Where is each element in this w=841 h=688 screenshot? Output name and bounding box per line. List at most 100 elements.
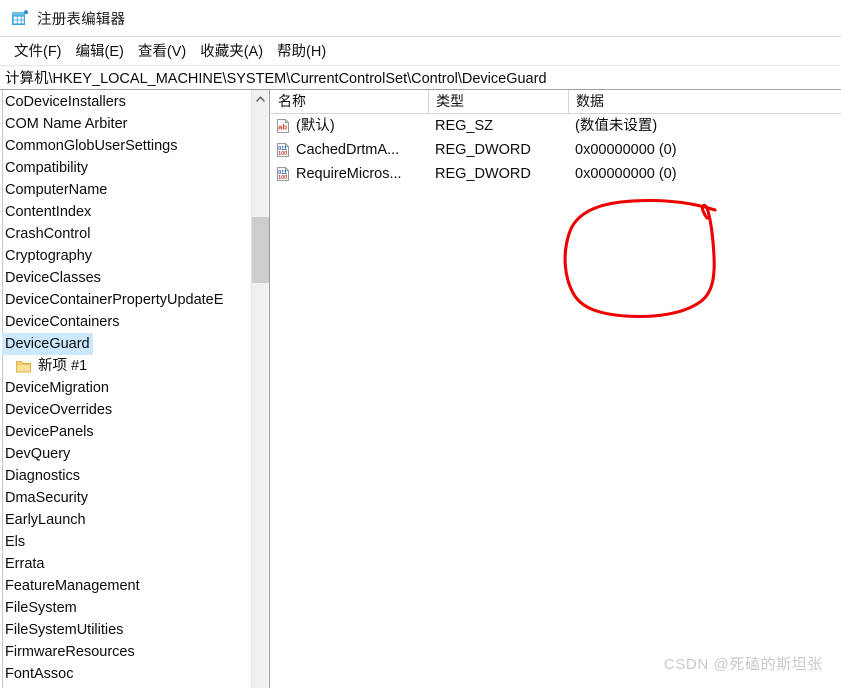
tree-item[interactable]: DeviceGuard [0,333,250,355]
tree-item-label: DeviceGuard [2,333,93,355]
column-header-name[interactable]: 名称 [271,90,428,113]
tree-item-label: DeviceMigration [5,380,109,396]
tree-item[interactable]: DevicePanels [0,421,250,443]
tree-item-label: Els [5,534,26,550]
title-bar: 注册表编辑器 [0,0,841,37]
registry-path-text: 计算机\HKEY_LOCAL_MACHINE\SYSTEM\CurrentCon… [5,71,547,87]
window-title: 注册表编辑器 [37,11,126,28]
dword-value-icon: 011 100 [275,142,291,158]
tree-item[interactable]: Compatibility [0,157,250,179]
value-name-cell: ab (默认) [275,114,427,138]
tree-item[interactable]: EarlyLaunch [0,509,250,531]
tree-item[interactable]: FirmwareResources [0,641,250,663]
tree-item[interactable]: COM Name Arbiter [0,113,250,135]
tree-item-label: FileSystemUtilities [5,622,124,638]
tree-item[interactable]: Cryptography [0,245,250,267]
tree-item-label: CommonGlobUserSettings [5,138,178,154]
value-type-cell: REG_SZ [435,118,494,134]
tree-item[interactable]: 新项 #1 [0,355,250,377]
tree-item[interactable]: ComputerName [0,179,250,201]
scrollbar-thumb[interactable] [252,217,269,283]
tree-item-label: EarlyLaunch [5,512,86,528]
tree-item[interactable]: DeviceContainers [0,311,250,333]
value-row[interactable]: 011 100 CachedDrtmA... REG_DWORD 0x00000000 … [271,138,841,162]
column-header-data[interactable]: 数据 [568,90,841,113]
value-row[interactable]: 011 100 RequireMicros... REG_DWORD 0x0000000… [271,162,841,186]
value-data-cell: (数值未设置) [575,118,658,134]
value-name-cell: 011 100 RequireMicros... [275,162,427,186]
registry-tree-pane: CoDeviceInstallers COM Name Arbiter Common… [0,90,270,688]
tree-item[interactable]: DeviceMigration [0,377,250,399]
tree-item[interactable]: FeatureManagement [0,575,250,597]
registry-values-pane: 名称 类型 数据 ab (默认) REG_SZ (数值未设置) 011 100 Cached… [271,90,841,688]
tree-item-label: Diagnostics [5,468,80,484]
tree-item-label: DeviceOverrides [5,402,113,418]
menu-help[interactable]: 帮助(H) [270,38,333,64]
tree-item-label: Cryptography [5,248,93,264]
tree-item[interactable]: DevQuery [0,443,250,465]
tree-item[interactable]: DmaSecurity [0,487,250,509]
tree-item-label: FontAssoc [5,666,74,682]
folder-icon [16,360,31,373]
registry-tree-list[interactable]: CoDeviceInstallers COM Name Arbiter Common… [0,90,250,688]
tree-item-label: 新项 #1 [38,358,88,374]
value-name-text: (默认) [296,118,335,134]
tree-item[interactable]: CoDeviceInstallers [0,91,250,113]
tree-vertical-scrollbar[interactable] [251,90,269,688]
value-name-text: RequireMicros... [296,166,402,182]
tree-item-label: ComputerName [5,182,108,198]
tree-item[interactable]: Els [0,531,250,553]
menu-favorites[interactable]: 收藏夹(A) [193,38,270,64]
values-column-headers: 名称 类型 数据 [271,90,841,114]
value-data-cell: 0x00000000 (0) [575,166,677,182]
value-type-cell: REG_DWORD [435,142,531,158]
svg-text:100: 100 [278,175,287,181]
tree-item-label: FirmwareResources [5,644,135,660]
menu-edit[interactable]: 编辑(E) [69,38,131,64]
main-content: CoDeviceInstallers COM Name Arbiter Common… [0,90,841,688]
svg-text:ab: ab [278,122,287,131]
string-value-icon: ab [275,118,291,134]
tree-item-label: CoDeviceInstallers [5,94,126,110]
tree-item-label: CrashControl [5,226,91,242]
tree-item[interactable]: Errata [0,553,250,575]
menu-file[interactable]: 文件(F) [7,38,69,64]
tree-item-label: ContentIndex [5,204,92,220]
tree-item[interactable]: FileSystemUtilities [0,619,250,641]
registry-editor-icon [11,9,29,27]
value-data-cell: 0x00000000 (0) [575,142,677,158]
value-row[interactable]: ab (默认) REG_SZ (数值未设置) [271,114,841,138]
tree-item-label: DeviceContainers [5,314,120,330]
tree-item[interactable]: DeviceContainerPropertyUpdateE [0,289,250,311]
csdn-watermark: CSDN @死磕的斯坦张 [663,656,823,673]
scroll-up-arrow-icon[interactable] [252,90,269,107]
address-bar[interactable]: 计算机\HKEY_LOCAL_MACHINE\SYSTEM\CurrentCon… [0,65,841,90]
tree-item[interactable]: FileSystem [0,597,250,619]
tree-item[interactable]: ContentIndex [0,201,250,223]
tree-item-label: DevicePanels [5,424,94,440]
value-name-cell: 011 100 CachedDrtmA... [275,138,427,162]
tree-item[interactable]: CommonGlobUserSettings [0,135,250,157]
tree-item-label: Errata [5,556,45,572]
dword-value-icon: 011 100 [275,166,291,182]
tree-item[interactable]: DeviceOverrides [0,399,250,421]
value-name-text: CachedDrtmA... [296,142,400,158]
tree-item-label: FeatureManagement [5,578,140,594]
column-header-type[interactable]: 类型 [428,90,568,113]
svg-text:100: 100 [278,151,287,157]
registry-editor-window: 注册表编辑器 文件(F) 编辑(E) 查看(V) 收藏夹(A) 帮助(H) 计算… [0,0,841,688]
tree-item-label: FileSystem [5,600,77,616]
menu-bar: 文件(F) 编辑(E) 查看(V) 收藏夹(A) 帮助(H) [0,37,841,65]
tree-item-label: DevQuery [5,446,71,462]
tree-item[interactable]: Diagnostics [0,465,250,487]
menu-view[interactable]: 查看(V) [131,38,193,64]
tree-item-label: DeviceContainerPropertyUpdateE [5,292,224,308]
tree-item[interactable]: FontAssoc [0,663,250,685]
tree-item[interactable]: CrashControl [0,223,250,245]
tree-item-label: COM Name Arbiter [5,116,128,132]
tree-item-label: DmaSecurity [5,490,88,506]
values-row-list[interactable]: ab (默认) REG_SZ (数值未设置) 011 100 CachedDrtmA... R… [271,114,841,186]
tree-item-label: Compatibility [5,160,88,176]
tree-item[interactable]: DeviceClasses [0,267,250,289]
value-type-cell: REG_DWORD [435,166,531,182]
